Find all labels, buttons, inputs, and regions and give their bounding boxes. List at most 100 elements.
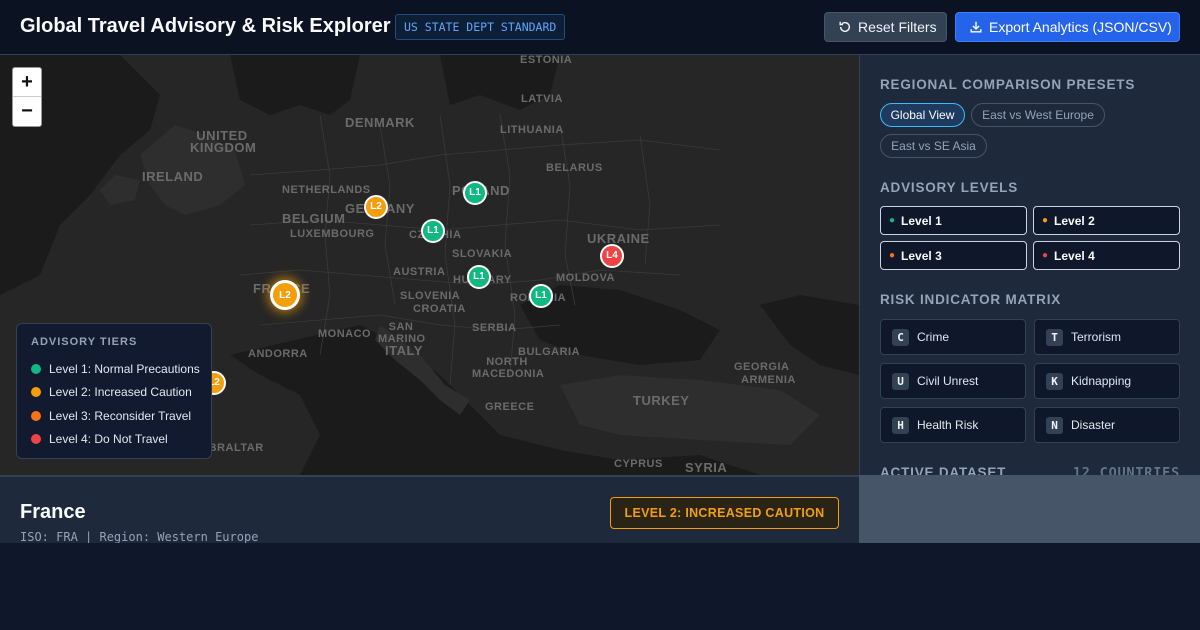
risk-crime-toggle[interactable]: C Crime xyxy=(880,319,1026,355)
risk-section-title: RISK INDICATOR MATRIX xyxy=(880,292,1062,307)
reset-filters-label: Reset Filters xyxy=(858,19,937,35)
legend-label: Level 4: Do Not Travel xyxy=(49,432,168,446)
marker-ukraine[interactable]: L4 xyxy=(600,244,624,268)
legend-item-level-4: Level 4: Do Not Travel xyxy=(31,432,168,446)
country-detail-panel: France ISO: FRA | Region: Western Europe… xyxy=(0,475,859,543)
map-label-ukraine: UKRAINE xyxy=(587,231,650,246)
app-title: Global Travel Advisory & Risk Explorer xyxy=(20,15,391,37)
map-label-armenia: ARMENIA xyxy=(741,374,796,386)
map-label-georgia: GEORGIA xyxy=(734,361,790,373)
sidebar-footer-panel xyxy=(859,475,1200,543)
risk-key-badge: N xyxy=(1046,416,1063,434)
legend-dot-icon xyxy=(31,434,41,444)
level-dot-icon: ● xyxy=(889,250,896,261)
map-label-belarus: BELARUS xyxy=(546,162,603,174)
map-label-estonia: ESTONIA xyxy=(520,55,573,66)
level-label: Level 3 xyxy=(901,248,942,263)
map-label-monaco: MONACO xyxy=(318,328,372,340)
legend-item-level-1: Level 1: Normal Precautions xyxy=(31,362,200,376)
levels-section-title: ADVISORY LEVELS xyxy=(880,180,1019,195)
zoom-in-button[interactable]: + xyxy=(13,68,41,97)
legend-item-level-3: Level 3: Reconsider Travel xyxy=(31,409,191,423)
map-label-ireland: IRELAND xyxy=(142,169,204,184)
risk-key-badge: C xyxy=(892,328,909,346)
risk-civil-unrest-toggle[interactable]: U Civil Unrest xyxy=(880,363,1026,399)
map-label-turkey: TURKEY xyxy=(633,393,690,408)
risk-health-toggle[interactable]: H Health Risk xyxy=(880,407,1026,443)
risk-key-badge: T xyxy=(1046,328,1063,346)
risk-label: Kidnapping xyxy=(1071,374,1132,388)
risk-kidnapping-toggle[interactable]: K Kidnapping xyxy=(1034,363,1180,399)
export-analytics-button[interactable]: Export Analytics (JSON/CSV) xyxy=(955,12,1180,42)
map-label-cyprus: CYPRUS xyxy=(614,458,663,470)
level-dot-icon: ● xyxy=(1042,250,1049,261)
map-label-lithuania: LITHUANIA xyxy=(500,124,564,136)
download-icon xyxy=(970,21,982,33)
level-label: Level 2 xyxy=(1054,213,1095,228)
map-label-serbia: SERBIA xyxy=(472,322,517,334)
map-label-austria: AUSTRIA xyxy=(393,266,446,278)
country-meta: ISO: FRA | Region: Western Europe xyxy=(20,530,259,543)
refresh-icon xyxy=(839,21,851,33)
map-label-netherlands: NETHERLANDS xyxy=(282,184,371,196)
legend-item-level-2: Level 2: Increased Caution xyxy=(31,385,192,399)
export-analytics-label: Export Analytics (JSON/CSV) xyxy=(989,19,1172,35)
legend-label: Level 3: Reconsider Travel xyxy=(49,409,192,423)
legend-title: ADVISORY TIERS xyxy=(31,336,138,348)
map-label-north-macedonia: NORTH MACEDONIA xyxy=(472,356,545,380)
map-label-united-kingdom: UNITED KINGDOM xyxy=(190,128,257,155)
map-label-san-marino: SAN MARINO xyxy=(378,321,426,345)
map-label-slovenia: SLOVENIA xyxy=(400,290,461,302)
zoom-out-button[interactable]: − xyxy=(13,97,41,126)
map-label-latvia: LATVIA xyxy=(521,93,563,105)
risk-label: Crime xyxy=(917,330,949,344)
map-label-denmark: DENMARK xyxy=(345,115,415,130)
map-label-italy: ITALY xyxy=(385,343,423,358)
map-label-slovakia: SLOVAKIA xyxy=(452,248,513,260)
level-4-filter[interactable]: ● Level 4 xyxy=(1033,241,1180,270)
risk-disaster-toggle[interactable]: N Disaster xyxy=(1034,407,1180,443)
level-3-filter[interactable]: ● Level 3 xyxy=(880,241,1027,270)
legend-dot-icon xyxy=(31,364,41,374)
map-label-luxembourg: LUXEMBOURG xyxy=(290,228,375,240)
reset-filters-button[interactable]: Reset Filters xyxy=(824,12,947,42)
preset-east-vs-se-asia[interactable]: East vs SE Asia xyxy=(880,134,987,158)
level-label: Level 1 xyxy=(901,213,942,228)
presets-section-title: REGIONAL COMPARISON PRESETS xyxy=(880,77,1136,92)
risk-key-badge: H xyxy=(892,416,909,434)
preset-global-view[interactable]: Global View xyxy=(880,103,965,127)
active-dataset-row: ACTIVE DATASET 12 COUNTRIES xyxy=(880,465,1180,475)
risk-label: Disaster xyxy=(1071,418,1116,432)
map-label-syria: SYRIA xyxy=(685,460,728,475)
map-label-moldova: MOLDOVA xyxy=(556,272,615,284)
marker-france-selected[interactable]: L2 xyxy=(270,280,300,310)
level-1-filter[interactable]: ● Level 1 xyxy=(880,206,1027,235)
marker-germany[interactable]: L2 xyxy=(364,195,388,219)
marker-romania[interactable]: L1 xyxy=(529,284,553,308)
advisory-legend: ADVISORY TIERS Level 1: Normal Precautio… xyxy=(16,323,212,459)
marker-czechia[interactable]: L1 xyxy=(421,219,445,243)
risk-key-badge: K xyxy=(1046,372,1063,390)
control-sidebar: REGIONAL COMPARISON PRESETS Global View … xyxy=(859,55,1200,475)
standard-badge: US STATE DEPT STANDARD xyxy=(395,14,566,40)
legend-label: Level 1: Normal Precautions xyxy=(49,362,200,376)
map-view[interactable]: ESTONIA LATVIA LITHUANIA DENMARK UNITED … xyxy=(0,55,859,475)
zoom-control: + − xyxy=(12,67,42,127)
level-dot-icon: ● xyxy=(889,215,896,226)
risk-label: Health Risk xyxy=(917,418,979,432)
risk-label: Terrorism xyxy=(1071,330,1121,344)
map-label-croatia: CROATIA xyxy=(413,303,466,315)
active-dataset-title: ACTIVE DATASET xyxy=(880,465,1007,475)
level-dot-icon: ● xyxy=(1042,215,1049,226)
advisory-level-badge: LEVEL 2: INCREASED CAUTION xyxy=(610,497,839,529)
marker-poland[interactable]: L1 xyxy=(463,181,487,205)
risk-label: Civil Unrest xyxy=(917,374,979,388)
marker-hungary[interactable]: L1 xyxy=(467,265,491,289)
risk-terrorism-toggle[interactable]: T Terrorism xyxy=(1034,319,1180,355)
level-2-filter[interactable]: ● Level 2 xyxy=(1033,206,1180,235)
map-label-greece: GREECE xyxy=(485,401,535,413)
preset-east-vs-west-europe[interactable]: East vs West Europe xyxy=(971,103,1105,127)
legend-dot-icon xyxy=(31,387,41,397)
active-dataset-count: 12 COUNTRIES xyxy=(1072,465,1180,475)
level-label: Level 4 xyxy=(1054,248,1095,263)
